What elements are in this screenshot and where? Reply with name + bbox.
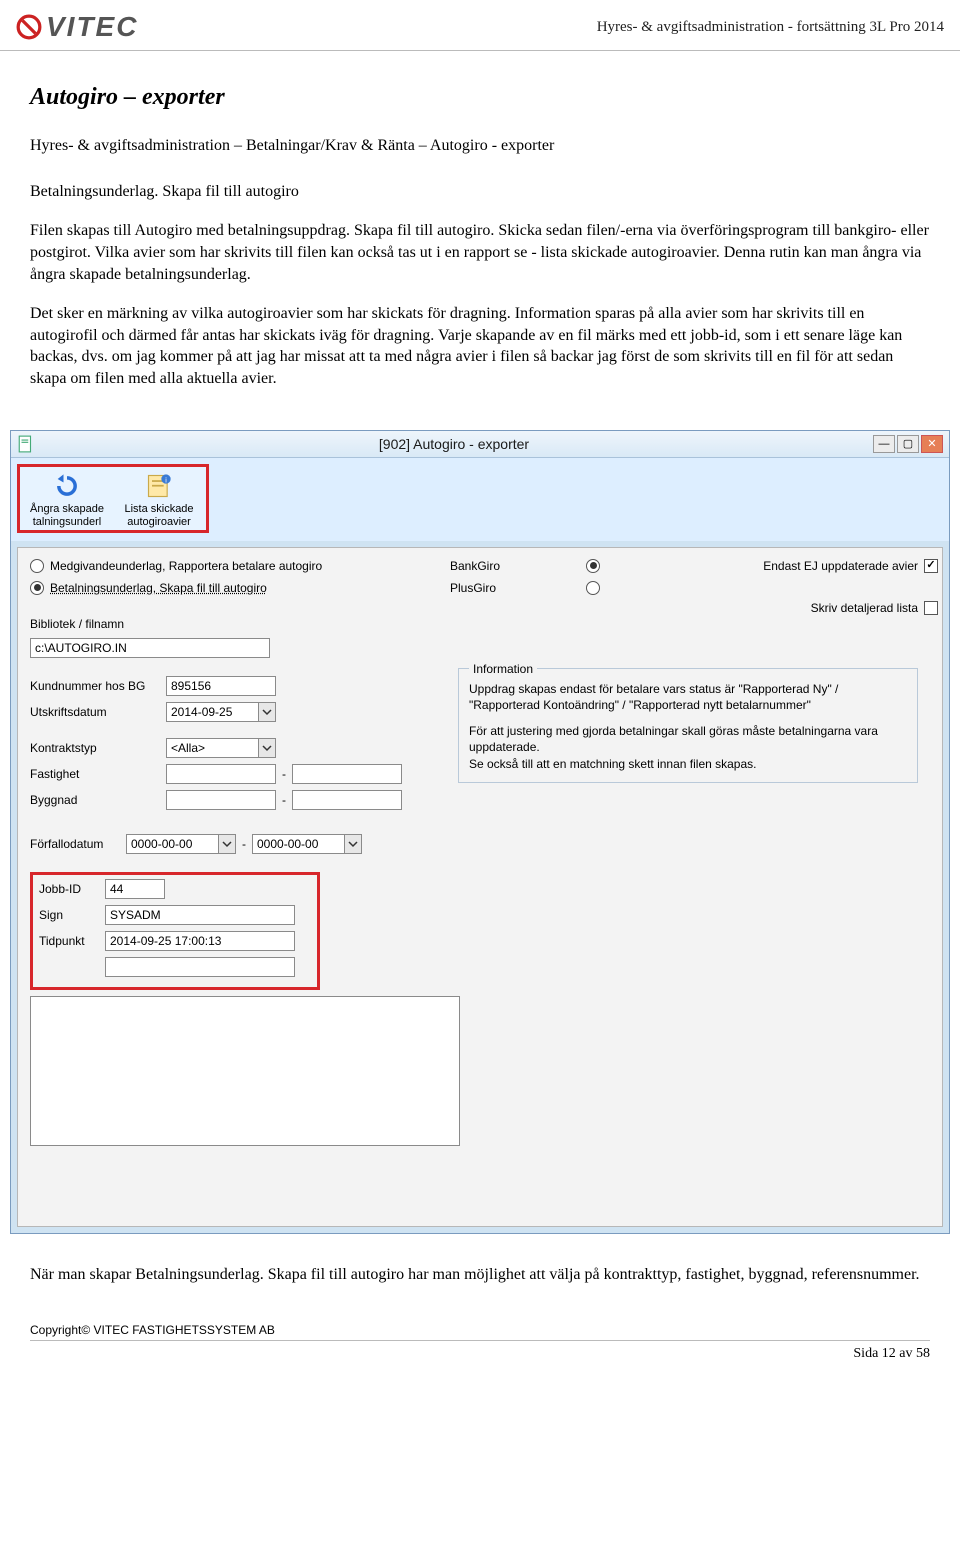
right-column: Endast EJ uppdaterade avier Skriv detalj… [638, 558, 938, 622]
toolbar: Ångra skapade talningsunderl i Lista ski… [11, 458, 949, 540]
dash-separator: - [242, 836, 246, 852]
detailed-list-label: Skriv detaljerad lista [811, 600, 918, 616]
logo: VITEC [16, 8, 138, 46]
minimize-button[interactable]: — [873, 435, 895, 453]
jobid-label: Jobb-ID [39, 881, 99, 897]
only-unupdated-label: Endast EJ uppdaterade avier [763, 558, 918, 574]
copyright-company: VITEC FASTIGHETSSYSTEM AB [94, 1323, 275, 1337]
document-title: Hyres- & avgiftsadministration - fortsät… [597, 17, 944, 37]
copyright-prefix: Copyright© [30, 1323, 94, 1337]
maximize-button[interactable]: ▢ [897, 435, 919, 453]
forfall-from-dropdown[interactable] [218, 834, 236, 854]
output-textarea[interactable] [30, 996, 460, 1146]
info-title: Information [469, 662, 537, 676]
footer-paragraph: När man skapar Betalningsunderlag. Skapa… [30, 1264, 930, 1286]
jobid-input[interactable] [105, 879, 165, 899]
close-button[interactable]: ✕ [921, 435, 943, 453]
kontraktstyp-dropdown[interactable] [258, 738, 276, 758]
page-header: VITEC Hyres- & avgiftsadministration - f… [0, 0, 960, 51]
undo-created-button[interactable]: Ångra skapade talningsunderl [24, 471, 110, 529]
page-number: Sida 12 av 58 [30, 1340, 930, 1364]
app-window: [902] Autogiro - exporter — ▢ ✕ Ångra sk… [10, 430, 950, 1235]
bankgiro-row[interactable]: BankGiro [450, 558, 600, 574]
filepath-label: Bibliotek / filnamn [30, 616, 124, 632]
forfallodatum-label: Förfallodatum [30, 836, 120, 852]
intro-line: Betalningsunderlag. Skapa fil till autog… [30, 181, 930, 203]
filepath-label-row: Bibliotek / filnamn [30, 616, 460, 632]
plusgiro-row[interactable]: PlusGiro [450, 580, 600, 596]
undo-icon [24, 471, 110, 501]
bankgiro-label: BankGiro [450, 558, 500, 574]
fastighet-label: Fastighet [30, 766, 160, 782]
copyright: Copyright© VITEC FASTIGHETSSYSTEM AB [30, 1322, 930, 1338]
radio-bankgiro[interactable] [586, 559, 600, 573]
forfall-to-dropdown[interactable] [344, 834, 362, 854]
paragraph-2: Filen skapas till Autogiro med betalning… [30, 220, 930, 285]
undo-label: Ångra skapade talningsunderl [24, 503, 110, 527]
filepath-input[interactable] [30, 638, 270, 658]
utskriftsdatum-input[interactable] [166, 702, 258, 722]
kontraktstyp-label: Kontraktstyp [30, 740, 160, 756]
info-body-2: För att justering med gjorda betalningar… [469, 723, 907, 772]
form-panel: Medgivandeunderlag, Rapportera betalare … [17, 547, 943, 1228]
fastighet-from-input[interactable] [166, 764, 276, 784]
left-column: Medgivandeunderlag, Rapportera betalare … [30, 558, 460, 1147]
list-icon: i [116, 471, 202, 501]
toolbar-highlight-group: Ångra skapade talningsunderl i Lista ski… [17, 464, 209, 532]
utskriftsdatum-label: Utskriftsdatum [30, 704, 160, 720]
content: Autogiro – exporter Hyres- & avgiftsadmi… [0, 51, 960, 418]
kundnummer-input[interactable] [166, 676, 276, 696]
breadcrumb: Hyres- & avgiftsadministration – Betalni… [30, 135, 930, 157]
radio-betalning-label: Betalningsunderlag, Skapa fil till autog… [50, 580, 267, 596]
logo-text: VITEC [46, 8, 138, 46]
radio-plusgiro[interactable] [586, 581, 600, 595]
titlebar: [902] Autogiro - exporter — ▢ ✕ [11, 431, 949, 459]
radio-medgivande[interactable] [30, 559, 44, 573]
document-icon [17, 435, 35, 453]
sign-input[interactable] [105, 905, 295, 925]
mid-column: BankGiro PlusGiro [450, 558, 600, 602]
utskriftsdatum-dropdown[interactable] [258, 702, 276, 722]
page-footer: Copyright© VITEC FASTIGHETSSYSTEM AB Sid… [0, 1304, 960, 1378]
tidpunkt-input[interactable] [105, 931, 295, 951]
only-unupdated-checkbox[interactable] [924, 559, 938, 573]
byggnad-from-input[interactable] [166, 790, 276, 810]
job-highlight-group: Jobb-ID Sign Tidpunkt [30, 872, 320, 990]
window-buttons: — ▢ ✕ [873, 435, 943, 453]
list-sent-button[interactable]: i Lista skickade autogiroavier [116, 471, 202, 529]
blank-input[interactable] [105, 957, 295, 977]
footer-paragraph-wrap: När man skapar Betalningsunderlag. Skapa… [0, 1234, 960, 1286]
logo-mark-icon [16, 14, 42, 40]
plusgiro-label: PlusGiro [450, 580, 496, 596]
radio-row-2[interactable]: Betalningsunderlag, Skapa fil till autog… [30, 580, 460, 596]
byggnad-label: Byggnad [30, 792, 160, 808]
kundnummer-label: Kundnummer hos BG [30, 678, 160, 694]
sign-label: Sign [39, 907, 99, 923]
tidpunkt-label: Tidpunkt [39, 933, 99, 949]
forfall-from-input[interactable] [126, 834, 218, 854]
list-label: Lista skickade autogiroavier [116, 503, 202, 527]
info-box: Information Uppdrag skapas endast för be… [458, 668, 918, 783]
dash-separator: - [282, 766, 286, 782]
forfall-to-input[interactable] [252, 834, 344, 854]
fastighet-to-input[interactable] [292, 764, 402, 784]
radio-betalning[interactable] [30, 581, 44, 595]
dash-separator: - [282, 792, 286, 808]
window-title: [902] Autogiro - exporter [35, 435, 873, 454]
radio-row-1[interactable]: Medgivandeunderlag, Rapportera betalare … [30, 558, 460, 574]
info-body-1: Uppdrag skapas endast för betalare vars … [469, 681, 907, 713]
radio-medgivande-label: Medgivandeunderlag, Rapportera betalare … [50, 558, 322, 574]
paragraph-3: Det sker en märkning av vilka autogiroav… [30, 303, 930, 389]
byggnad-to-input[interactable] [292, 790, 402, 810]
detailed-list-checkbox[interactable] [924, 601, 938, 615]
section-heading: Autogiro – exporter [30, 81, 930, 113]
kontraktstyp-input[interactable] [166, 738, 258, 758]
